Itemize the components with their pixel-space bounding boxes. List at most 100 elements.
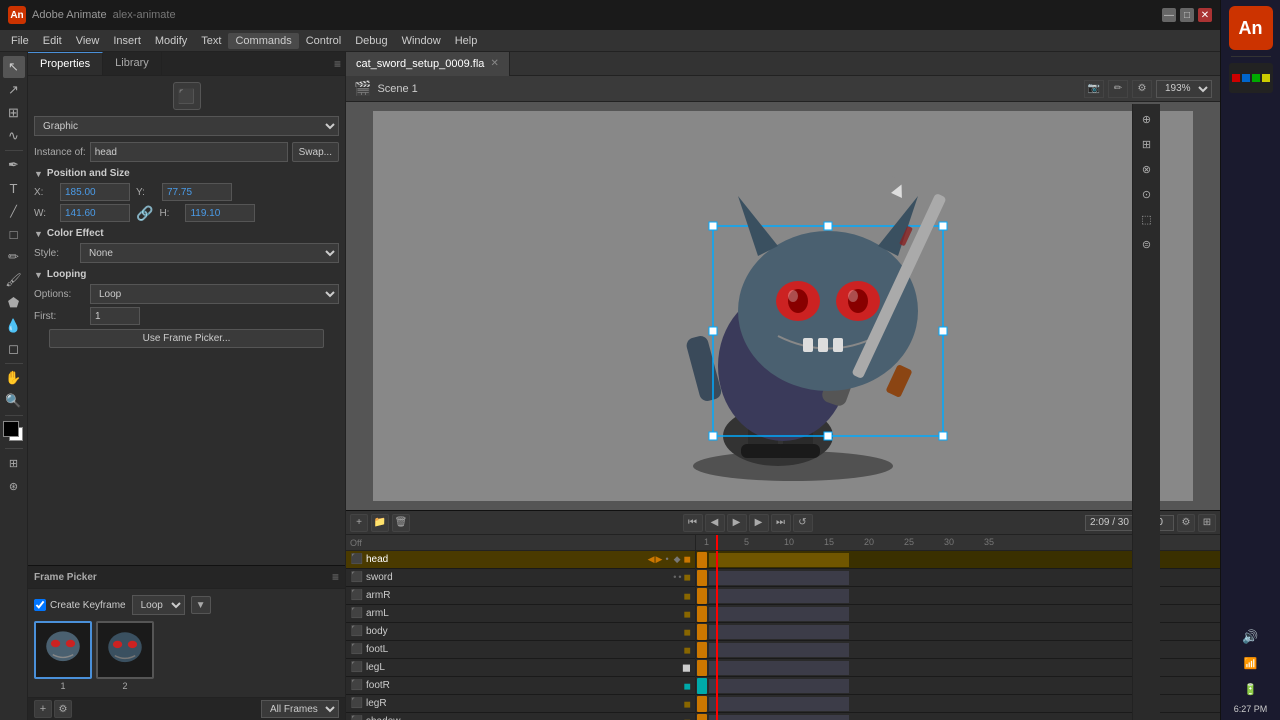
tl-new-layer-btn[interactable]: + [350,514,368,532]
menu-insert[interactable]: Insert [106,33,148,49]
tl-more-btn[interactable]: ⊞ [1198,514,1216,532]
w-input[interactable] [60,204,130,222]
menu-help[interactable]: Help [448,33,485,49]
menu-view[interactable]: View [69,33,107,49]
tl-folder-btn[interactable]: 📁 [371,514,389,532]
brush-tool[interactable]: 🖌 [3,269,25,291]
subselection-tool[interactable]: ↗ [3,79,25,101]
layer-row-shadow[interactable]: ⬛ shadow ◼ [346,713,695,720]
tl-delete-btn[interactable]: 🗑 [392,514,410,532]
free-transform-tool[interactable]: ⊞ [3,102,25,124]
kf-body-1[interactable] [697,624,707,640]
frame-picker-options-btn[interactable]: ▼ [191,596,211,614]
layer-head-diamond[interactable]: ◆ [672,554,683,565]
style-select[interactable]: None [80,243,339,263]
camera-btn[interactable]: 📷 [1084,80,1104,98]
menu-modify[interactable]: Modify [148,33,194,49]
rect-tool[interactable]: □ [3,223,25,245]
layer-row-head[interactable]: ⬛ head ◀ ▶ • ◆ ◼ [346,551,695,569]
sound-icon[interactable]: 🔊 [1240,626,1262,648]
y-input[interactable] [162,183,232,201]
eraser-tool[interactable]: ◻ [3,338,25,360]
stroke-color-swatch[interactable] [3,421,19,437]
layer-row-footL[interactable]: ⬛ footL ◼ [346,641,695,659]
eyedropper-tool[interactable]: 💧 [3,315,25,337]
create-keyframe-label[interactable]: Create Keyframe [34,599,126,611]
right-btn-3[interactable]: ⊗ [1136,158,1158,180]
doc-tab-close[interactable]: ✕ [490,58,498,69]
right-btn-4[interactable]: ⊙ [1136,183,1158,205]
scene-settings-btn[interactable]: ⚙ [1132,80,1152,98]
layer-head-play-back[interactable]: ◀ [648,554,655,565]
kf-footL-1[interactable] [697,642,707,658]
pen-tool[interactable]: ✒ [3,154,25,176]
lasso-tool[interactable]: ∿ [3,125,25,147]
right-btn-6[interactable]: ⊜ [1136,233,1158,255]
kf-sword-1[interactable] [697,570,707,586]
menu-edit[interactable]: Edit [36,33,69,49]
kf-footR-1[interactable] [697,678,707,694]
link-proportions-icon[interactable]: 🔗 [136,205,153,222]
kf-shadow-1[interactable] [697,714,707,720]
color-effect-header[interactable]: ▼ Color Effect [34,228,339,239]
right-btn-2[interactable]: ⊞ [1136,133,1158,155]
close-button[interactable]: ✕ [1198,8,1212,22]
layer-head-play-fwd[interactable]: ▶ [656,554,663,565]
menu-text[interactable]: Text [194,33,228,49]
frame-thumb-img-2[interactable] [96,621,154,679]
maximize-button[interactable]: □ [1180,8,1194,22]
edit-scene-btn[interactable]: ✏ [1108,80,1128,98]
settings-btn[interactable]: ⚙ [54,700,72,718]
asset-warp-tool[interactable]: ⊛ [3,475,25,497]
tl-settings-btn[interactable]: ⚙ [1177,514,1195,532]
first-frame-input[interactable] [90,307,140,325]
line-tool[interactable]: ╱ [3,200,25,222]
layer-row-legL[interactable]: ⬛ legL ◼ [346,659,695,677]
layer-row-armL[interactable]: ⬛ armL ◼ [346,605,695,623]
play-btn[interactable]: ▶ [727,514,747,532]
play-last-btn[interactable]: ⏭ [771,514,791,532]
network-icon[interactable]: 📶 [1240,652,1262,674]
kf-armL-1[interactable] [697,606,707,622]
add-layer-btn[interactable]: + [34,700,52,718]
right-btn-5[interactable]: ⬚ [1136,208,1158,230]
layer-head-keyframe-indicator[interactable]: ◼ [684,554,691,565]
menu-commands[interactable]: Commands [228,33,298,49]
selection-tool[interactable]: ↖ [3,56,25,78]
panel-menu-btn[interactable]: ≡ [162,52,345,75]
zoom-tool[interactable]: 🔍 [3,390,25,412]
tab-library[interactable]: Library [103,52,162,75]
step-fwd-btn[interactable]: ▶ [749,514,769,532]
swap-button[interactable]: Swap... [292,142,339,162]
minimize-button[interactable]: — [1162,8,1176,22]
pencil-tool[interactable]: ✏ [3,246,25,268]
menu-debug[interactable]: Debug [348,33,394,49]
tab-properties[interactable]: Properties [28,52,103,75]
looping-header[interactable]: ▼ Looping [34,269,339,280]
all-frames-select[interactable]: All Frames [261,700,339,718]
hand-tool[interactable]: ✋ [3,367,25,389]
symbol-type-select[interactable]: Graphic [34,116,339,136]
create-keyframe-checkbox[interactable] [34,599,46,611]
text-tool[interactable]: T [3,177,25,199]
kf-legR-1[interactable] [697,696,707,712]
loop-options-select[interactable]: Loop Play Once Single Frame Off [90,284,339,304]
loop-type-select[interactable]: Loop [132,595,185,615]
step-back-btn[interactable]: ◀ [705,514,725,532]
frame-picker-menu-icon[interactable]: ≡ [332,570,339,584]
battery-icon[interactable]: 🔋 [1240,678,1262,700]
layer-row-footR[interactable]: ⬛ footR ◼ [346,677,695,695]
instance-name-input[interactable] [90,142,288,162]
frame-thumb-img-1[interactable] [34,621,92,679]
right-btn-1[interactable]: ⊕ [1136,108,1158,130]
zoom-select[interactable]: 193% [1156,80,1212,98]
kf-head-1[interactable] [697,552,707,568]
snap-tool[interactable]: ⊞ [3,452,25,474]
x-input[interactable] [60,183,130,201]
kf-legL-1[interactable] [697,660,707,676]
menu-control[interactable]: Control [299,33,348,49]
loop-btn[interactable]: ↺ [793,514,813,532]
animate-app-icon[interactable]: An [1229,6,1273,50]
paint-bucket-tool[interactable]: ⬟ [3,292,25,314]
clock-widget[interactable]: 6:27 PM [1234,704,1268,714]
